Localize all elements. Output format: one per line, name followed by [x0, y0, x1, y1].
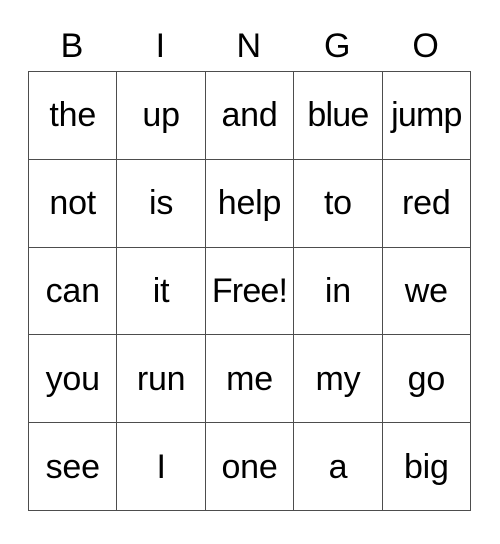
- bingo-cell-label: help: [217, 184, 282, 223]
- bingo-row-3: can it Free! in we: [29, 247, 472, 336]
- bingo-cell-label: a: [328, 447, 348, 486]
- bingo-header-letter-i: I: [155, 26, 166, 65]
- bingo-cell-i5[interactable]: I: [117, 423, 206, 511]
- bingo-cell-label: up: [142, 96, 180, 135]
- bingo-cell-n1[interactable]: and: [205, 72, 295, 160]
- bingo-cell-label: in: [324, 271, 351, 310]
- bingo-cell-n4[interactable]: me: [205, 335, 295, 424]
- bingo-cell-g3[interactable]: in: [294, 247, 383, 336]
- bingo-cell-n5[interactable]: one: [205, 423, 295, 511]
- bingo-row-2: not is help to red: [29, 159, 472, 248]
- bingo-cell-label: one: [221, 447, 278, 486]
- bingo-cell-label: you: [45, 359, 100, 398]
- bingo-cell-n2[interactable]: help: [205, 159, 295, 248]
- bingo-cell-g5[interactable]: a: [294, 423, 383, 511]
- bingo-cell-label: is: [149, 184, 174, 223]
- bingo-cell-label: I: [156, 447, 166, 486]
- bingo-cell-label: run: [136, 359, 186, 398]
- bingo-cell-o1[interactable]: jump: [382, 72, 472, 160]
- bingo-cell-label: we: [404, 271, 448, 310]
- bingo-cell-label: it: [152, 271, 170, 310]
- bingo-header-letter-g: G: [323, 26, 351, 65]
- bingo-cell-label: jump: [391, 96, 462, 135]
- bingo-cell-label: to: [323, 184, 352, 223]
- bingo-grid: the up and blue jump not is help to red …: [28, 71, 472, 511]
- bingo-cell-i2[interactable]: is: [117, 159, 206, 248]
- bingo-cell-b1[interactable]: the: [29, 72, 118, 160]
- bingo-cell-label: red: [402, 184, 451, 223]
- bingo-header-row: B I N G O: [28, 20, 470, 71]
- bingo-free-space-label: Free!: [211, 271, 288, 310]
- bingo-cell-o5[interactable]: big: [382, 423, 472, 511]
- bingo-cell-label: blue: [307, 96, 369, 135]
- bingo-cell-b5[interactable]: see: [29, 423, 118, 511]
- bingo-header-letter-n: N: [236, 26, 262, 65]
- bingo-cell-label: can: [45, 271, 100, 310]
- bingo-cell-b3[interactable]: can: [29, 247, 118, 336]
- bingo-cell-b4[interactable]: you: [29, 335, 118, 424]
- bingo-cell-g1[interactable]: blue: [294, 72, 383, 160]
- bingo-cell-g4[interactable]: my: [294, 335, 383, 424]
- bingo-cell-label: the: [49, 96, 97, 135]
- bingo-card: B I N G O the up and blue jump not is he…: [28, 20, 472, 511]
- bingo-cell-label: not: [49, 184, 97, 223]
- bingo-cell-i1[interactable]: up: [117, 72, 206, 160]
- bingo-row-5: see I one a big: [29, 423, 472, 511]
- bingo-cell-label: big: [403, 447, 449, 486]
- bingo-cell-label: go: [407, 359, 446, 398]
- bingo-cell-g2[interactable]: to: [294, 159, 383, 248]
- bingo-cell-o4[interactable]: go: [382, 335, 472, 424]
- bingo-header-letter-b: B: [60, 26, 84, 65]
- bingo-cell-label: see: [45, 447, 100, 486]
- bingo-row-1: the up and blue jump: [29, 72, 472, 160]
- bingo-cell-i3[interactable]: it: [117, 247, 206, 336]
- bingo-cell-b2[interactable]: not: [29, 159, 118, 248]
- bingo-header-letter-o: O: [412, 26, 440, 65]
- bingo-cell-o2[interactable]: red: [382, 159, 472, 248]
- bingo-cell-free-space[interactable]: Free!: [205, 247, 295, 336]
- bingo-row-4: you run me my go: [29, 335, 472, 424]
- bingo-cell-label: me: [226, 359, 273, 398]
- bingo-cell-label: my: [315, 359, 361, 398]
- bingo-cell-i4[interactable]: run: [117, 335, 206, 424]
- bingo-cell-o3[interactable]: we: [382, 247, 472, 336]
- bingo-cell-label: and: [221, 96, 278, 135]
